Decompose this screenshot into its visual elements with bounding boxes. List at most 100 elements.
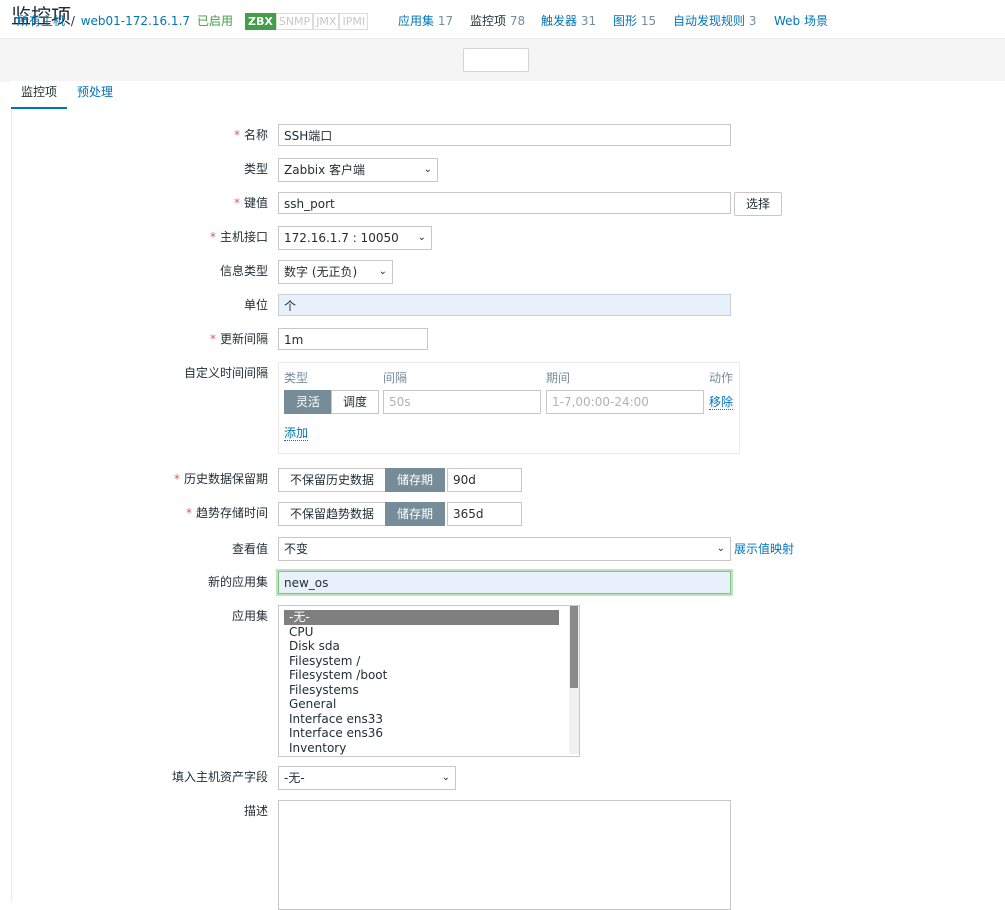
list-item[interactable]: Interface ens33 (284, 712, 559, 727)
value-type-select[interactable]: 数字 (无正负) ⌄ (278, 260, 393, 284)
value-type-label: 信息类型 (219, 264, 268, 278)
nav-items-count: 78 (509, 14, 526, 28)
valuemap-select[interactable]: 不变 ⌄ (278, 537, 731, 561)
trends-label: * 趋势存储时间 (185, 506, 268, 520)
history-label: * 历史数据保留期 (173, 472, 268, 486)
trends-storage-toggle[interactable]: 储存期 (385, 502, 445, 526)
type-select[interactable]: Zabbix 客户端 ⌄ (278, 158, 438, 182)
breadcrumb-host[interactable]: web01-172.16.1.7 (81, 14, 190, 28)
nav-graphs-link[interactable]: 图形 (613, 14, 637, 28)
nav-discovery[interactable]: 自动发现规则 3 (673, 13, 756, 30)
units-label: 单位 (243, 298, 268, 312)
nav-graphs[interactable]: 图形 15 (613, 13, 656, 30)
ci-header-period: 期间 (546, 371, 571, 385)
breadcrumb-all-hosts[interactable]: 所有主机 (17, 14, 65, 28)
ci-interval-input[interactable]: 50s (383, 390, 541, 414)
ci-period-input[interactable]: 1-7,00:00-24:00 (546, 390, 704, 414)
nav-items[interactable]: 监控项 78 (470, 13, 525, 30)
name-input[interactable]: SSH端口 (278, 124, 731, 146)
description-textarea[interactable] (278, 800, 731, 910)
tabs-bar: 监控项 预处理 (11, 81, 1005, 110)
ci-flexible-toggle[interactable]: 灵活 (284, 390, 332, 414)
nav-triggers-count: 31 (580, 14, 597, 28)
key-input[interactable]: ssh_port (278, 192, 731, 214)
list-item[interactable]: Disk sda (284, 639, 559, 654)
ci-header-interval: 间隔 (383, 371, 408, 385)
custom-intervals-label: 自定义时间间隔 (183, 366, 268, 380)
new-application-input[interactable]: new_os (278, 571, 731, 594)
chevron-down-icon: ⌄ (423, 164, 432, 175)
inventory-select-value: -无- (284, 771, 305, 785)
custom-intervals-table: 类型 间隔 期间 动作 灵活 调度 50s 1-7,00:00-24:00 移除… (278, 362, 740, 454)
chevron-down-icon: ⌄ (441, 772, 450, 783)
delay-label: * 更新间隔 (209, 332, 268, 346)
chevron-down-icon: ⌄ (378, 266, 387, 277)
nav-web-link[interactable]: Web 场景 (774, 14, 828, 28)
key-select-button[interactable]: 选择 (734, 192, 782, 216)
nav-items-link[interactable]: 监控项 (470, 14, 506, 28)
nav-web[interactable]: Web 场景 (774, 13, 828, 30)
type-select-value: Zabbix 客户端 (284, 163, 366, 177)
nav-triggers[interactable]: 触发器 31 (541, 13, 596, 30)
nav-applications-link[interactable]: 应用集 (398, 14, 434, 28)
list-item[interactable]: General (284, 697, 559, 712)
list-item[interactable]: -无- (284, 610, 559, 625)
applications-scrollbar[interactable] (569, 606, 579, 754)
nav-triggers-link[interactable]: 触发器 (541, 14, 577, 28)
host-status: 已启用 (197, 13, 233, 30)
list-item[interactable]: Inventory (284, 741, 559, 756)
breadcrumb-separator: / (70, 14, 75, 28)
zbx-tag: ZBX (245, 13, 276, 30)
history-storage-toggle[interactable]: 储存期 (385, 468, 445, 492)
show-valuemap-link[interactable]: 展示值映射 (734, 542, 794, 556)
ci-header-type: 类型 (284, 371, 309, 385)
units-input[interactable]: 个 (278, 294, 731, 316)
breadcrumb: 所有主机 / web01-172.16.1.7 (17, 13, 190, 30)
nav-discovery-count: 3 (748, 14, 757, 28)
applications-label: 应用集 (231, 609, 268, 623)
nav-graphs-count: 15 (640, 14, 657, 28)
list-item[interactable]: Filesystem /boot (284, 668, 559, 683)
delay-input[interactable]: 1m (278, 328, 428, 350)
new-application-label: 新的应用集 (207, 575, 268, 589)
interface-label: * 主机接口 (209, 230, 268, 244)
nav-applications[interactable]: 应用集 17 (398, 13, 453, 30)
valuemap-label: 查看值 (231, 542, 268, 556)
trends-input[interactable]: 365d (447, 502, 522, 526)
list-item[interactable]: Filesystems (284, 683, 559, 698)
description-label: 描述 (243, 804, 268, 818)
nav-applications-count: 17 (437, 14, 454, 28)
key-label: * 键值 (233, 196, 268, 210)
jmx-tag: JMX (313, 13, 340, 30)
trends-no-keep-toggle[interactable]: 不保留趋势数据 (278, 502, 386, 526)
nav-current-highlight (463, 48, 529, 72)
interface-select-value: 172.16.1.7 : 10050 (284, 231, 399, 245)
list-item[interactable]: Interface ens36 (284, 726, 559, 741)
ipmi-tag: IPMI (339, 13, 369, 30)
host-status-enabled[interactable]: 已启用 (197, 14, 233, 28)
ci-add-link[interactable]: 添加 (284, 426, 309, 441)
interface-select[interactable]: 172.16.1.7 : 10050 ⌄ (278, 226, 432, 250)
tab-item[interactable]: 监控项 (11, 81, 68, 110)
list-item[interactable]: Filesystem / (284, 654, 559, 669)
inventory-label: 填入主机资产字段 (171, 770, 268, 784)
scrollbar-thumb[interactable] (570, 606, 578, 688)
history-input[interactable]: 90d (447, 468, 522, 492)
tab-preprocessing[interactable]: 预处理 (67, 81, 123, 107)
availability-tags: ZBX SNMP JMX IPMI (245, 13, 369, 30)
nav-discovery-link[interactable]: 自动发现规则 (673, 14, 745, 28)
applications-listbox[interactable]: -无- CPU Disk sda Filesystem / Filesystem… (278, 605, 580, 757)
type-label: 类型 (243, 162, 268, 176)
chevron-down-icon: ⌄ (417, 232, 426, 243)
list-item[interactable]: CPU (284, 625, 559, 640)
name-label: * 名称 (233, 128, 268, 142)
value-type-select-value: 数字 (无正负) (284, 265, 358, 279)
ci-remove-link[interactable]: 移除 (709, 395, 734, 410)
valuemap-select-value: 不变 (284, 542, 309, 556)
item-form: * 名称 SSH端口 类型 Zabbix 客户端 ⌄ * 键值 ssh_port 选… (11, 109, 1005, 910)
ci-scheduling-toggle[interactable]: 调度 (331, 390, 379, 414)
history-no-keep-toggle[interactable]: 不保留历史数据 (278, 468, 386, 492)
ci-header-action: 动作 (709, 371, 734, 385)
snmp-tag: SNMP (275, 13, 314, 30)
inventory-select[interactable]: -无- ⌄ (278, 766, 456, 790)
